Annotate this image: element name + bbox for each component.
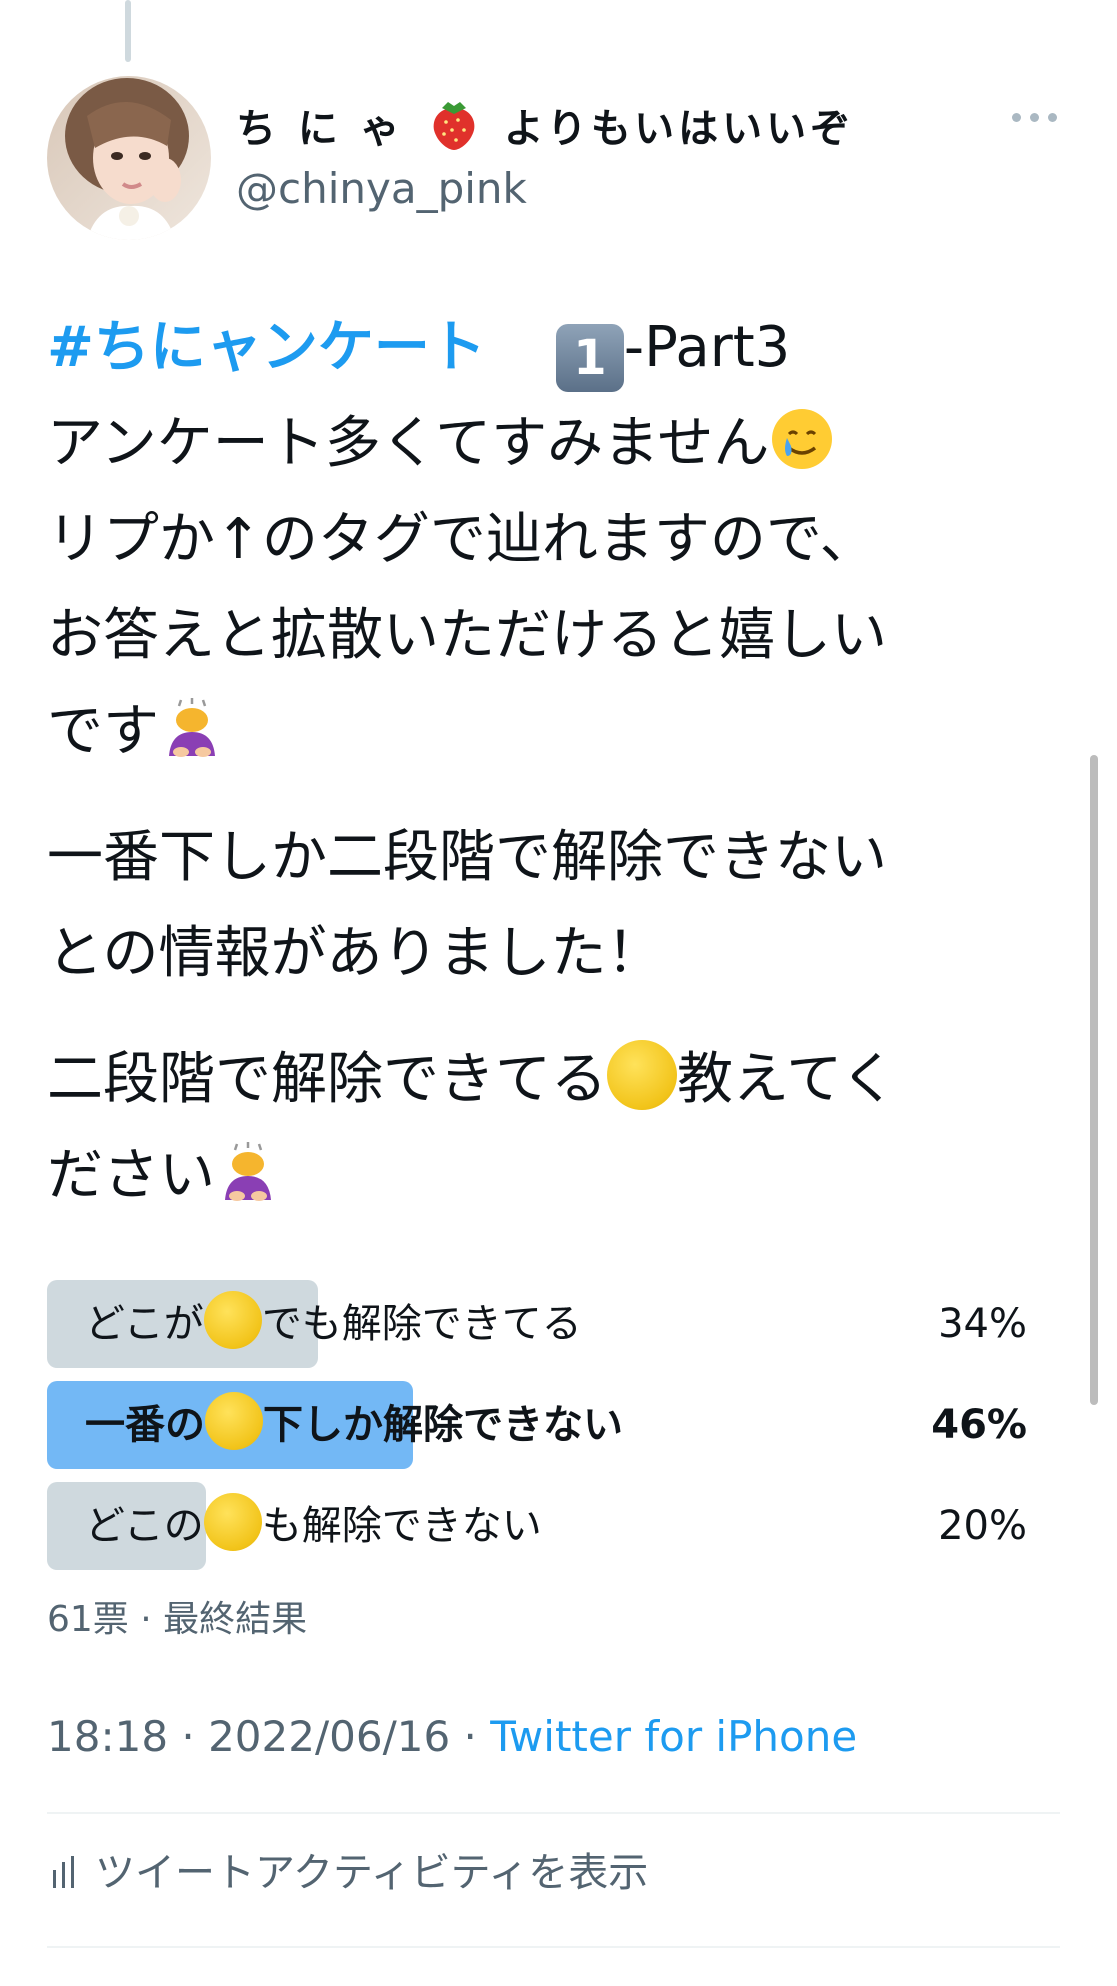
yellow-circle-icon	[203, 1493, 262, 1551]
poll-option-text-after: 下しか解除できない	[263, 1402, 623, 1448]
poll-option-text-after: も解除できない	[261, 1503, 542, 1549]
poll-option-label: 一番の 下しか解除できない	[85, 1381, 623, 1469]
more-options-icon[interactable]	[1012, 106, 1060, 130]
tweet-para3-line1b: 教えてく	[677, 1047, 897, 1112]
display-name-part2: よりもいはいいぞ	[503, 106, 855, 152]
poll-option: どこが でも解除できてる 34%	[47, 1280, 1027, 1368]
poll-option-text-before: 一番の	[85, 1402, 205, 1448]
poll-option-percent: 34%	[938, 1301, 1027, 1347]
tweet-line-4: お答えと拡散いただけると嬉しい	[47, 603, 887, 668]
tweet-para3-line2: ださい	[47, 1143, 215, 1208]
poll-option-label: どこが でも解除できてる	[85, 1280, 582, 1368]
analytics-icon	[47, 1852, 87, 1892]
person-bowing-icon	[215, 1138, 281, 1204]
hashtag-link[interactable]: #ちにャンケート	[47, 315, 486, 380]
yellow-circle-icon	[607, 1040, 677, 1110]
poll: どこが でも解除できてる 34% 一番の 下しか解除できない 46% どこの も解除で…	[47, 1280, 1027, 1583]
poll-option-text-before: どこが	[85, 1301, 204, 1347]
poll-option-percent: 46%	[931, 1402, 1027, 1448]
display-name[interactable]: ち に ゃ よりもいはいいぞ	[236, 96, 854, 154]
keycap-one-icon: 1	[555, 324, 624, 392]
poll-option-label: どこの も解除できない	[85, 1482, 542, 1570]
person-bowing-icon	[159, 694, 225, 760]
tweet-line-2: アンケート多くてすみません	[47, 411, 770, 476]
tweet-part-label: -Part3	[623, 315, 791, 380]
tweet-header: ち に ゃ よりもいはいいぞ @chinya_pink	[47, 76, 1077, 242]
tweet-para2-line1: 一番下しか二段階で解除できない	[47, 825, 887, 890]
tweet-timestamp: 18:18 · 2022/06/16 · Twitter for iPhone	[47, 1712, 857, 1761]
strawberry-icon	[428, 96, 480, 152]
tweet-para3-line1a: 二段階で解除できてる	[47, 1047, 607, 1112]
poll-option-text-before: どこの	[85, 1503, 204, 1549]
divider	[47, 1812, 1060, 1814]
yellow-circle-icon	[203, 1291, 262, 1349]
tweet-line-3: リプか↑のタグで辿れますので、	[47, 507, 876, 572]
tweet-para2-line2: との情報がありました！	[47, 921, 663, 986]
poll-option: どこの も解除できない 20%	[47, 1482, 1027, 1570]
smiling-tear-icon	[769, 406, 835, 472]
tweet-activity-label: ツイートアクティビティを表示	[95, 1850, 649, 1896]
tweet-activity-link[interactable]: ツイートアクティビティを表示	[47, 1840, 648, 1910]
tweet-line-5: です	[47, 699, 159, 764]
poll-option-percent: 20%	[938, 1503, 1027, 1549]
tweet-time[interactable]: 18:18 · 2022/06/16 ·	[47, 1712, 490, 1761]
tweet-source-link[interactable]: Twitter for iPhone	[490, 1712, 857, 1761]
avatar[interactable]	[47, 76, 211, 240]
display-name-part1: ち に ゃ	[236, 106, 404, 152]
yellow-circle-icon	[205, 1392, 263, 1450]
poll-option: 一番の 下しか解除できない 46%	[47, 1381, 1027, 1469]
tweet-text: #ちにャンケート 1 -Part3 アンケート多くてすみません リプか↑のタグで辿れ…	[47, 300, 1047, 1224]
divider	[47, 1946, 1060, 1948]
scrollbar[interactable]	[1090, 755, 1098, 1405]
thread-connector-line	[125, 0, 131, 62]
user-handle[interactable]: @chinya_pink	[236, 164, 527, 213]
poll-option-text-after: でも解除できてる	[261, 1301, 582, 1347]
avatar-image	[47, 76, 211, 240]
poll-meta: 61票 · 最終結果	[47, 1599, 308, 1640]
